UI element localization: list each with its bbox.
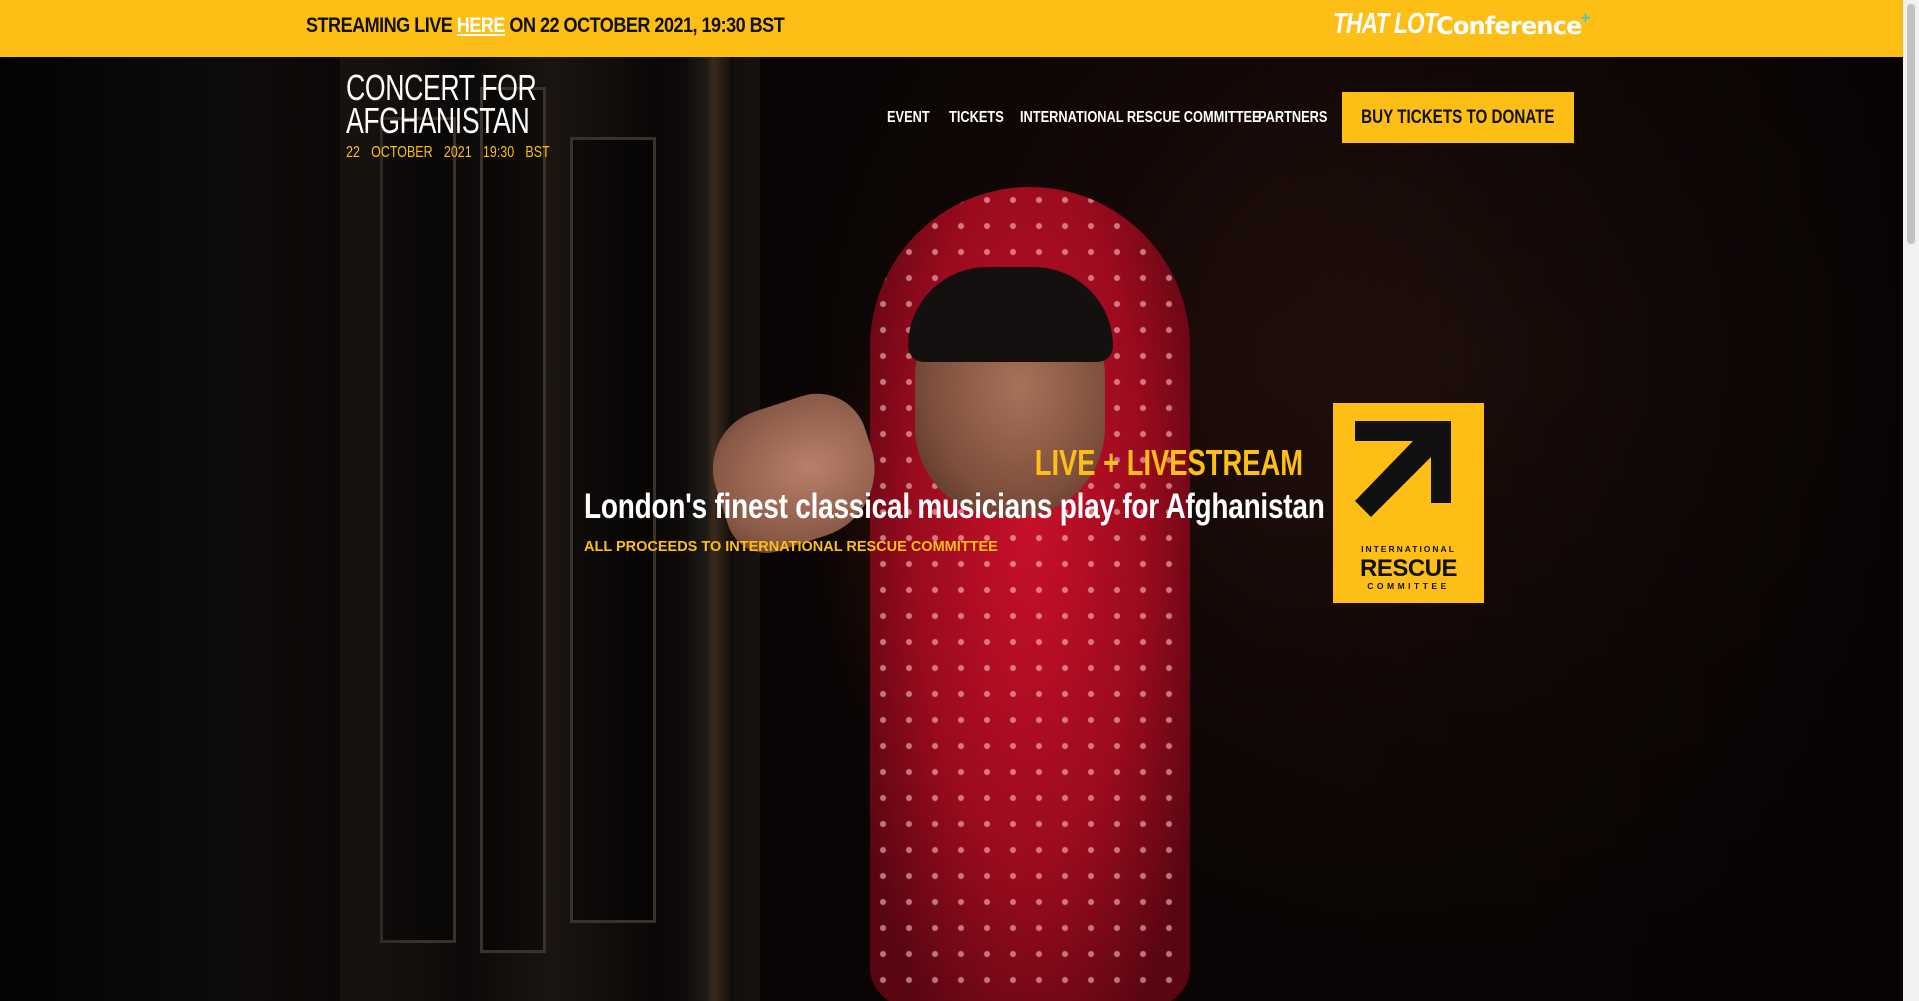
conference-plus-logo[interactable]: Conference+ (1436, 10, 1593, 40)
scrollbar-thumb[interactable] (1907, 4, 1915, 244)
hero-section (0, 57, 1903, 1001)
that-lot-logo[interactable]: THAT LOT (1333, 8, 1438, 41)
irc-logo-line-1: INTERNATIONAL (1361, 544, 1456, 554)
buy-tickets-label: BUY TICKETS TO DONATE (1361, 106, 1555, 128)
conference-label: Conference (1436, 12, 1582, 40)
logo-line-2: AFGHANISTAN (346, 100, 530, 141)
hero-headline: London's finest classical musicians play… (584, 487, 1325, 526)
banner-prefix: STREAMING LIVE (306, 14, 457, 37)
hero-shadow (0, 57, 420, 1001)
nav-international-rescue-committee[interactable]: INTERNATIONAL RESCUE COMMITTEE (1020, 109, 1261, 127)
top-banner: STREAMING LIVE HERE ON 22 OCTOBER 2021, … (0, 0, 1903, 57)
page-scrollbar[interactable] (1903, 0, 1919, 1001)
irc-logo-line-3: COMMITTEE (1367, 581, 1450, 591)
plus-mark-icon: + (1579, 10, 1592, 26)
streaming-announcement: STREAMING LIVE HERE ON 22 OCTOBER 2021, … (306, 14, 785, 38)
nav-partners[interactable]: PARTNERS (1258, 109, 1327, 127)
banner-suffix: ON 22 OCTOBER 2021, 19:30 BST (504, 14, 785, 37)
nav-tickets[interactable]: TICKETS (949, 109, 1004, 127)
hero-subline: ALL PROCEEDS TO INTERNATIONAL RESCUE COM… (584, 539, 998, 555)
hero-kicker: LIVE + LIVESTREAM (1034, 442, 1303, 483)
hero-door-post (688, 57, 734, 1001)
stream-here-link[interactable]: HERE (457, 14, 506, 37)
irc-arrow-icon (1355, 421, 1451, 517)
irc-logo-line-2: RESCUE (1359, 555, 1458, 582)
irc-logo[interactable]: INTERNATIONAL RESCUE COMMITTEE (1333, 403, 1484, 603)
logo-date: 22 OCTOBER 2021 19:30 BST (346, 144, 550, 161)
buy-tickets-button[interactable]: BUY TICKETS TO DONATE (1342, 92, 1574, 143)
nav-event[interactable]: EVENT (887, 109, 930, 127)
site-logo[interactable]: CONCERT FOR AFGHANISTAN 22 OCTOBER 2021 … (346, 70, 607, 162)
